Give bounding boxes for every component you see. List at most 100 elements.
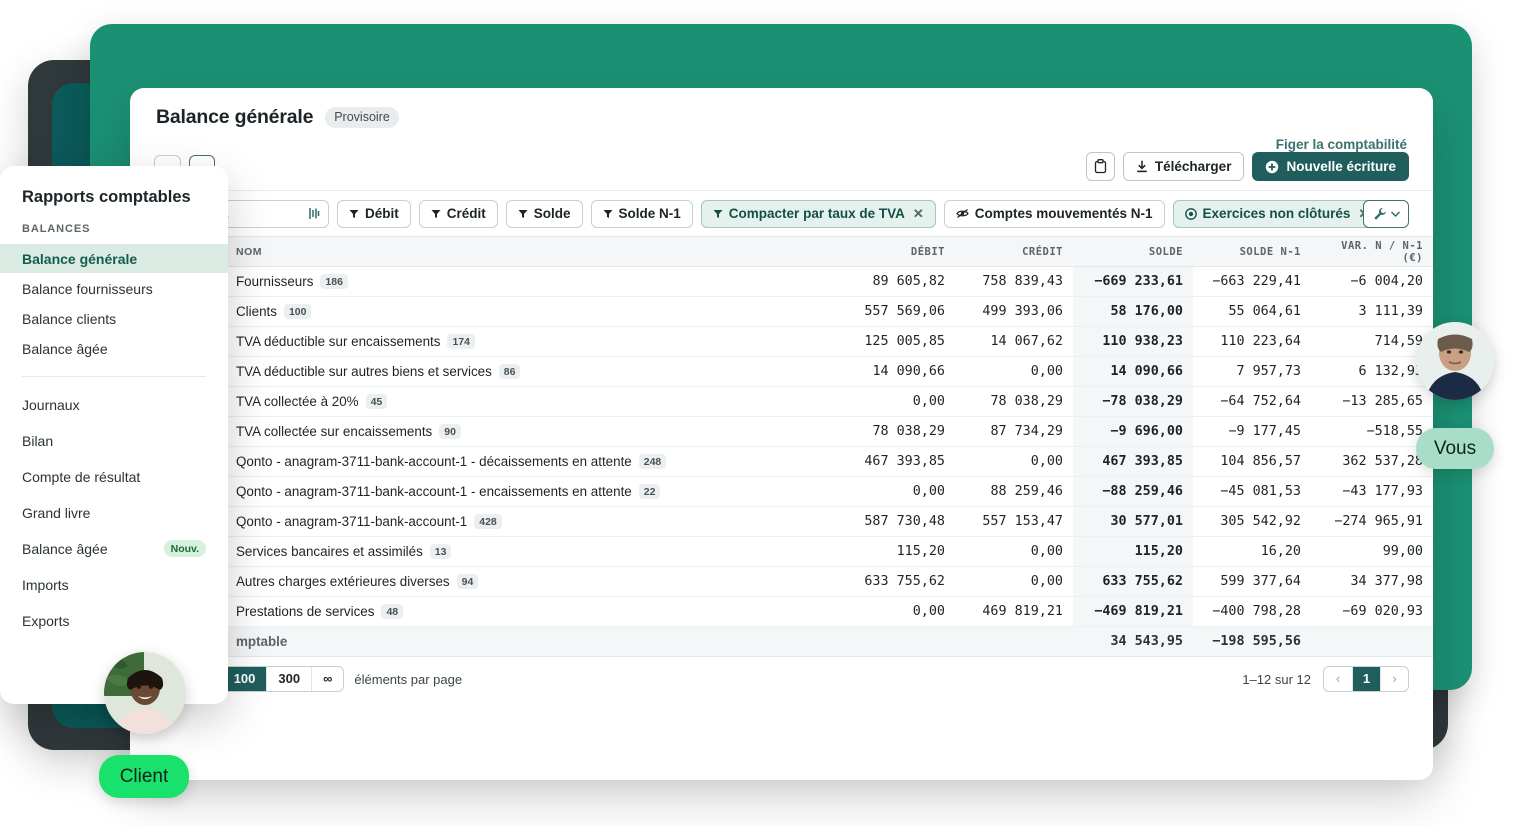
total-solde: 34 543,95	[1073, 626, 1193, 657]
cell-credit: 758 839,43	[955, 266, 1073, 297]
col-header-credit[interactable]: CRÉDIT	[955, 236, 1073, 267]
filter-chip-solde-n1[interactable]: Solde N-1	[590, 199, 693, 228]
col-header-variation[interactable]: VAR. N / N-1 (€)	[1311, 236, 1433, 267]
account-name: Qonto - anagram-3711-bank-account-1 - en…	[236, 483, 632, 499]
table-row[interactable]: 60000TVA déductible sur autres biens et …	[130, 356, 1433, 387]
sidebar-item-label: Imports	[22, 576, 69, 593]
table-settings-button[interactable]	[1363, 199, 1409, 228]
sidebar-item-exports[interactable]: Exports	[0, 606, 228, 635]
filter-chip-compacter-tva[interactable]: Compacter par taux de TVA ✕	[700, 199, 936, 228]
table-row[interactable]: 00000Autres charges extérieures diverses…	[130, 566, 1433, 597]
entry-count-badge: 100	[283, 304, 312, 320]
cell-solde: 14 090,66	[1073, 356, 1193, 387]
filter-icon	[349, 209, 359, 219]
sidebar-item-balance-agee[interactable]: Balance âgée	[0, 334, 228, 363]
total-debit	[837, 626, 955, 657]
table-row[interactable]: 00100Qonto - anagram-3711-bank-account-1…	[130, 506, 1433, 537]
page-title: Balance générale	[156, 105, 314, 128]
sidebar-item-bilan[interactable]: Bilan	[0, 426, 228, 455]
cell-variation: −518,55	[1311, 416, 1433, 447]
sidebar-item-label: Journaux	[22, 396, 80, 413]
wrench-icon	[1373, 207, 1387, 221]
sidebar-item-label: Grand livre	[22, 504, 91, 521]
page-size-option-100[interactable]: 100	[221, 667, 267, 691]
cell-solde-n1: 305 542,92	[1193, 506, 1311, 537]
filter-chip-exercices-non-clotures[interactable]: Exercices non clôturés ✕	[1172, 199, 1382, 228]
entry-count-badge: 86	[498, 364, 521, 380]
table-row[interactable]: 00000Prestations de services480,00469 81…	[130, 596, 1433, 627]
entry-count-badge: 428	[474, 514, 502, 530]
sidebar-item-grand-livre[interactable]: Grand livre	[0, 498, 228, 527]
cell-debit: 89 605,82	[837, 266, 955, 297]
sidebar-item-balance-clients[interactable]: Balance clients	[0, 304, 228, 333]
col-header-solde[interactable]: SOLDE	[1073, 236, 1193, 267]
entry-count-badge: 174	[447, 334, 475, 350]
cell-variation: 362 537,28	[1311, 446, 1433, 477]
page-size-option-300[interactable]: 300	[266, 667, 311, 691]
table-row[interactable]: 00000Clients100557 569,06499 393,0658 17…	[130, 296, 1433, 327]
new-entry-button[interactable]: Nouvelle écriture	[1252, 152, 1409, 181]
avatar-vous	[1416, 322, 1494, 400]
sidebar-item-balance-fournisseurs[interactable]: Balance fournisseurs	[0, 274, 228, 303]
entry-count-badge: 22	[638, 484, 661, 500]
filter-chip-solde[interactable]: Solde	[505, 199, 583, 228]
cell-debit: 0,00	[837, 386, 955, 417]
eye-icon	[1184, 207, 1197, 220]
cell-variation: −43 177,93	[1311, 476, 1433, 507]
entry-count-badge: 248	[638, 454, 667, 470]
cell-solde-n1: −64 752,64	[1193, 386, 1311, 417]
filter-chip-debit[interactable]: Débit	[337, 199, 411, 228]
avatar-client	[104, 652, 186, 734]
table-row[interactable]: 10090TVA collectée à 20%450,0078 038,29−…	[130, 386, 1433, 417]
sidebar-item-balance-generale[interactable]: Balance générale	[0, 244, 228, 273]
sidebar-item-journaux[interactable]: Journaux	[0, 390, 228, 419]
filter-chip-label: Solde N-1	[618, 206, 681, 221]
account-name: Fournisseurs	[236, 273, 314, 289]
pagination-range: 1–12 sur 12	[1242, 671, 1311, 687]
cell-debit: 587 730,48	[837, 506, 955, 537]
cell-nom: TVA collectée à 20% 45	[226, 386, 837, 417]
sidebar-item-balance-agee-new[interactable]: Balance âgée Nouv.	[0, 534, 228, 563]
cell-debit: 115,20	[837, 536, 955, 567]
download-button[interactable]: Télécharger	[1122, 152, 1245, 181]
columns-icon[interactable]	[308, 207, 320, 220]
cell-solde: 467 393,85	[1073, 446, 1193, 477]
cell-credit: 14 067,62	[955, 326, 1073, 357]
filter-chip-label: Crédit	[446, 206, 486, 221]
page-size-option-all[interactable]: ∞	[311, 667, 343, 691]
col-header-nom[interactable]: NOM	[226, 236, 837, 267]
pager-prev-button[interactable]: ‹	[1324, 667, 1352, 691]
cell-solde-n1: 104 856,57	[1193, 446, 1311, 477]
pager-next-button[interactable]: ›	[1380, 667, 1408, 691]
filter-chip-comptes-mouvementes[interactable]: Comptes mouvementés N-1	[943, 199, 1165, 228]
sidebar-item-imports[interactable]: Imports	[0, 570, 228, 599]
col-header-solde-n1[interactable]: SOLDE N-1	[1193, 236, 1311, 267]
cell-nom: TVA déductible sur encaissements 174	[226, 326, 837, 357]
table-row[interactable]: 00000Services bancaires et assimilés1311…	[130, 536, 1433, 567]
cell-variation: −274 965,91	[1311, 506, 1433, 537]
table-row[interactable]: 00100Qonto - anagram-3711-bank-account-1…	[130, 476, 1433, 507]
filter-chip-credit[interactable]: Crédit	[418, 199, 498, 228]
col-header-debit[interactable]: DÉBIT	[837, 236, 955, 267]
cell-nom: Fournisseurs 186	[226, 266, 837, 297]
cell-debit: 78 038,29	[837, 416, 955, 447]
total-credit	[955, 626, 1073, 657]
filter-icon	[603, 209, 613, 219]
cell-variation: 34 377,98	[1311, 566, 1433, 597]
pager-page-1[interactable]: 1	[1352, 667, 1380, 691]
table-row[interactable]: 00000Fournisseurs18689 605,82758 839,43−…	[130, 266, 1433, 297]
sidebar-item-compte-de-resultat[interactable]: Compte de résultat	[0, 462, 228, 491]
table-row[interactable]: 40000TVA collectée sur encaissements9078…	[130, 416, 1433, 447]
close-icon[interactable]: ✕	[913, 206, 924, 222]
total-solde-n1: −198 595,56	[1193, 626, 1311, 657]
total-label: mptable	[226, 626, 837, 657]
table-row[interactable]: 00100Qonto - anagram-3711-bank-account-1…	[130, 446, 1433, 477]
entry-count-badge: 13	[429, 544, 452, 560]
account-name: TVA déductible sur autres biens et servi…	[236, 363, 492, 379]
cell-solde: −469 819,21	[1073, 596, 1193, 627]
plus-circle-icon	[1265, 160, 1279, 174]
reports-panel: Rapports comptables BALANCES Balance gén…	[0, 166, 228, 704]
table-row[interactable]: 40000TVA déductible sur encaissements174…	[130, 326, 1433, 357]
table-header: RO NOM DÉBIT CRÉDIT SOLDE SOLDE N-1 VAR.…	[130, 236, 1433, 267]
clipboard-button[interactable]	[1085, 152, 1115, 181]
